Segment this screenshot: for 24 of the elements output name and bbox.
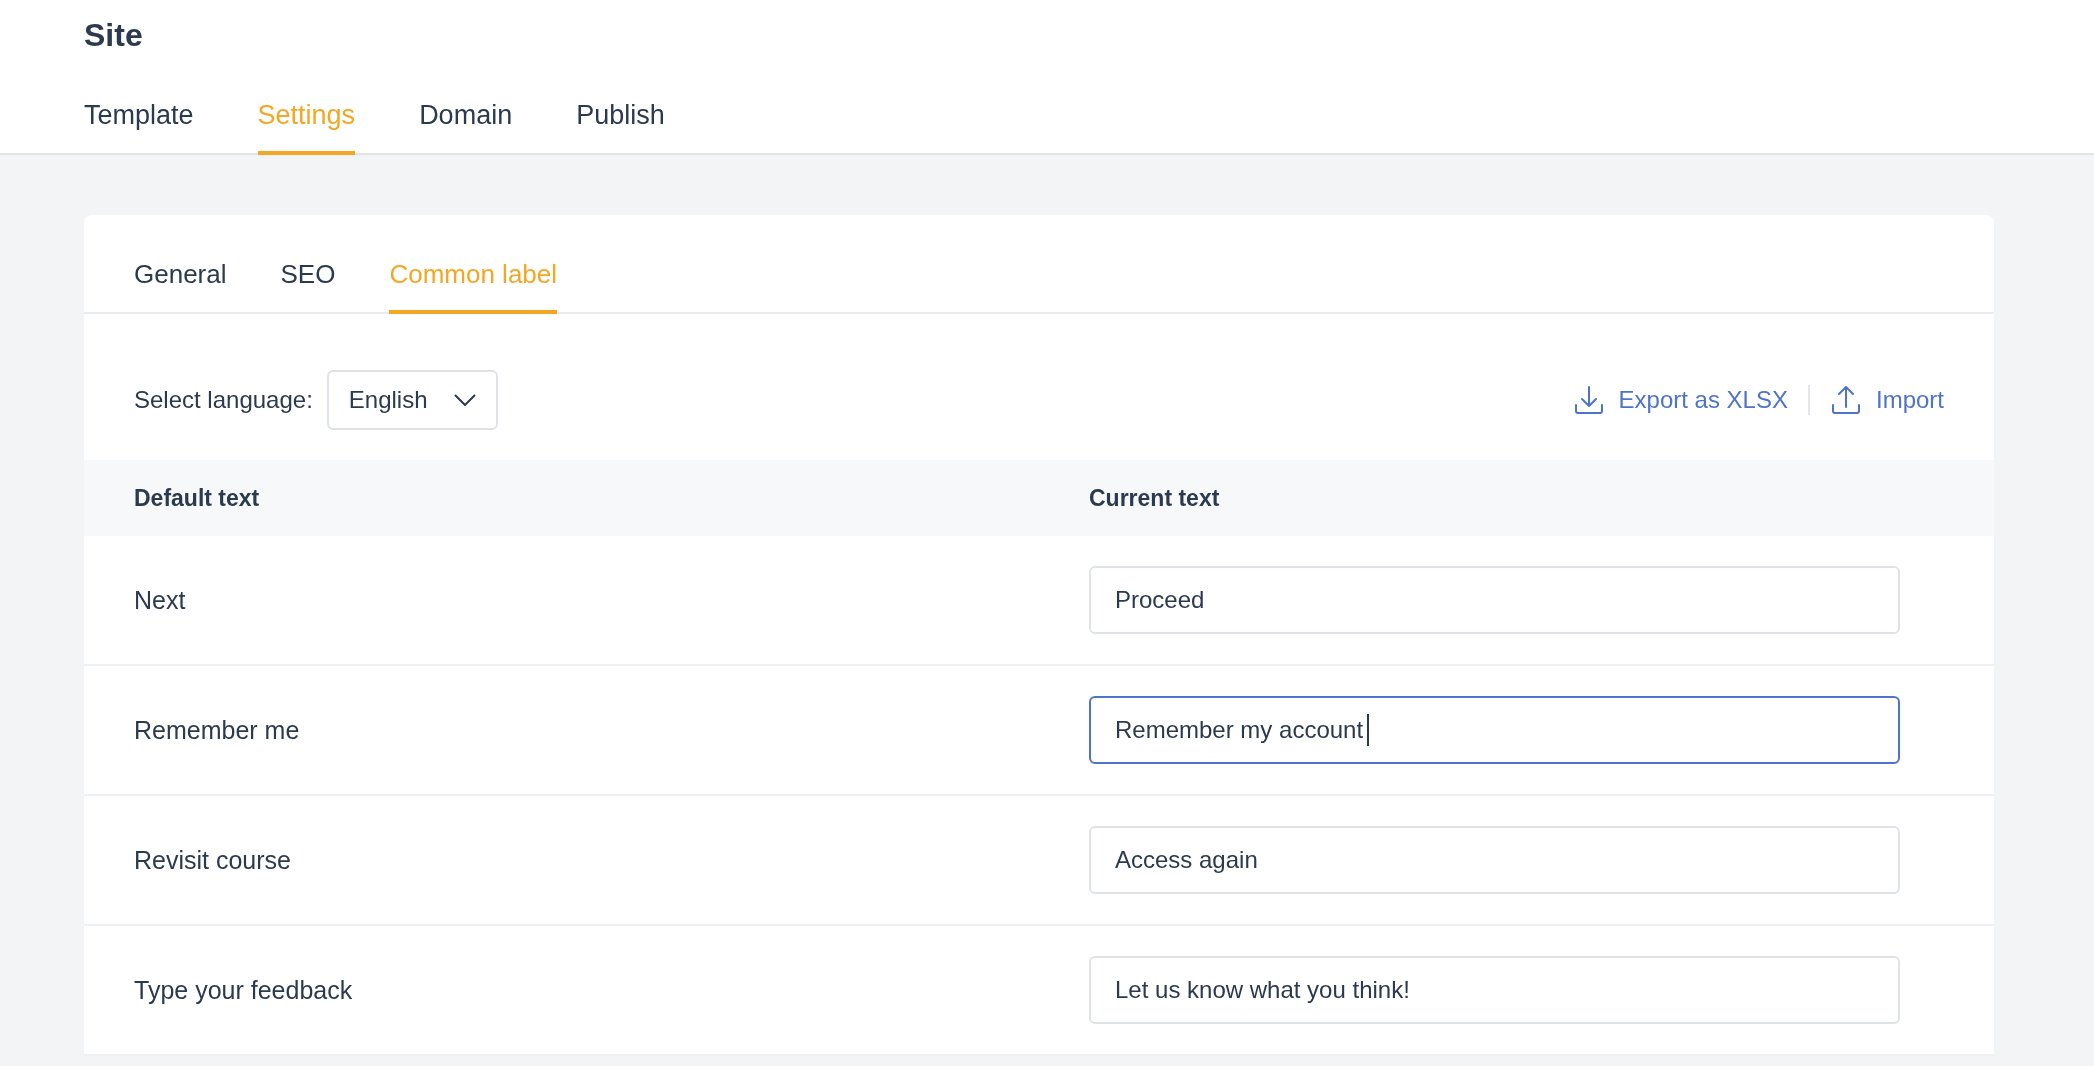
- export-link[interactable]: Export as XLSX: [1572, 384, 1788, 416]
- page-title: Site: [84, 16, 143, 55]
- input-field[interactable]: Let us know what you think!: [1089, 956, 1900, 1024]
- table-cell: Remember me: [84, 666, 1039, 796]
- input-field[interactable]: Access again: [1089, 826, 1900, 894]
- language-label: Select language:: [134, 386, 313, 414]
- column-header: Default text: [84, 460, 1039, 536]
- chevron-down-icon: [453, 394, 476, 406]
- column-header: Current text: [1039, 460, 1994, 536]
- input-field[interactable]: Proceed: [1089, 566, 1900, 634]
- download-icon: [1572, 384, 1605, 416]
- nav-tab[interactable]: Publish: [576, 100, 665, 155]
- import-link[interactable]: Import: [1830, 384, 1944, 416]
- table-cell: Type your feedback: [84, 926, 1039, 1056]
- section-tab[interactable]: SEO: [280, 215, 336, 314]
- section-tab[interactable]: General: [134, 215, 227, 314]
- upload-icon: [1830, 384, 1862, 416]
- nav-tab[interactable]: Template: [84, 100, 194, 155]
- input-field[interactable]: Remember my account: [1089, 696, 1900, 764]
- table-cell: Next: [84, 536, 1039, 666]
- nav-tab[interactable]: Domain: [419, 100, 513, 155]
- table-cell: Revisit course: [84, 796, 1039, 926]
- language-select[interactable]: English: [326, 370, 498, 430]
- text-cursor: [1367, 714, 1370, 746]
